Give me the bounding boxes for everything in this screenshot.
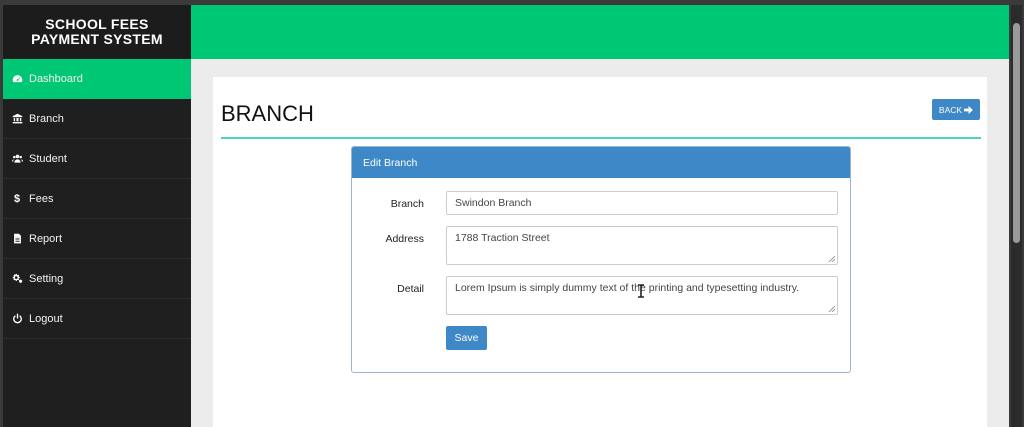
cogs-icon	[10, 272, 24, 286]
text-cursor-icon	[638, 284, 644, 298]
sidebar-item-label: Report	[29, 232, 63, 245]
dollar-icon: $	[13, 192, 21, 205]
browser-window: SCHOOL FEES PAYMENT SYSTEM Dashboard Bra…	[3, 5, 1009, 427]
dashboard-icon	[10, 72, 24, 86]
sidebar-item-label: Fees	[29, 192, 54, 205]
title-divider	[221, 137, 981, 139]
bank-icon	[10, 112, 24, 126]
main-content: BRANCH BACK Edit Branch Branch Swindon B…	[213, 77, 987, 427]
users-icon	[10, 152, 24, 166]
sidebar-item-label: Student	[29, 152, 67, 165]
app-brand: SCHOOL FEES PAYMENT SYSTEM	[3, 5, 191, 59]
brand-line-2: PAYMENT SYSTEM	[31, 31, 163, 47]
sidebar-item-dashboard[interactable]: Dashboard	[3, 59, 191, 99]
edit-branch-panel: Edit Branch Branch Swindon Branch Addres…	[351, 146, 851, 373]
address-label: Address	[385, 233, 424, 245]
window-scrollbar[interactable]	[1011, 5, 1022, 427]
file-icon	[10, 232, 24, 246]
sidebar-item-setting[interactable]: Setting	[3, 259, 191, 299]
branch-label: Branch	[390, 198, 424, 210]
branch-input[interactable]: Swindon Branch	[446, 191, 838, 215]
resize-handle-icon[interactable]	[829, 306, 835, 312]
back-button-label: BACK	[938, 104, 963, 115]
sidebar-item-label: Dashboard	[29, 72, 83, 85]
save-button[interactable]: Save	[446, 326, 487, 350]
resize-handle-icon[interactable]	[829, 256, 835, 262]
page-title: BRANCH	[221, 101, 314, 126]
sidebar-item-label: Branch	[29, 112, 64, 125]
back-button[interactable]: BACK	[932, 99, 980, 120]
top-header-bar	[191, 5, 1009, 59]
sidebar-item-label: Setting	[29, 272, 64, 285]
power-icon	[10, 312, 24, 326]
panel-heading: Edit Branch	[352, 147, 850, 178]
sidebar-item-fees[interactable]: $ Fees	[3, 179, 191, 219]
address-text: 1788 Traction Street	[455, 232, 550, 244]
brand-line-1: SCHOOL FEES	[45, 16, 149, 32]
sidebar-item-student[interactable]: Student	[3, 139, 191, 179]
address-textarea[interactable]: 1788 Traction Street	[446, 226, 838, 265]
sidebar-item-branch[interactable]: Branch	[3, 99, 191, 139]
detail-text: Lorem Ipsum is simply dummy text of the …	[455, 282, 800, 294]
detail-label: Detail	[397, 283, 424, 295]
sidebar-item-logout[interactable]: Logout	[3, 299, 191, 339]
sidebar-item-report[interactable]: Report	[3, 219, 191, 259]
sidebar-item-label: Logout	[29, 312, 63, 325]
scrollbar-thumb[interactable]	[1013, 23, 1020, 243]
sidebar: SCHOOL FEES PAYMENT SYSTEM Dashboard Bra…	[3, 5, 191, 427]
arrow-right-icon	[964, 105, 974, 114]
